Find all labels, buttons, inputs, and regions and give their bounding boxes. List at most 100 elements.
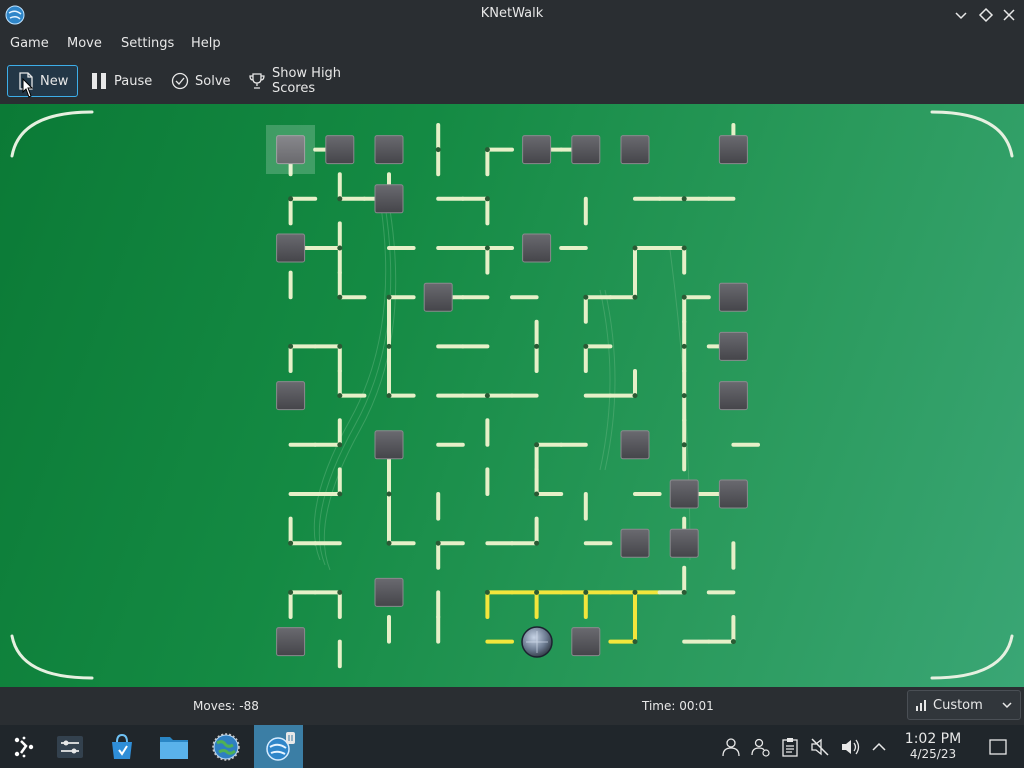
- terminal-node: [669, 528, 699, 558]
- system-settings-icon: [57, 735, 83, 758]
- wire-junction: [534, 589, 540, 595]
- status-bar: Moves: -88 Time: 00:01 Custom: [0, 687, 1024, 725]
- file-manager-button[interactable]: [150, 725, 198, 768]
- wire-junction: [681, 245, 687, 251]
- expand-tray-icon[interactable]: [869, 737, 889, 757]
- speaker-muted-icon[interactable]: [810, 737, 830, 757]
- discover-store-icon: [112, 733, 132, 759]
- clock-time: 1:02 PM: [904, 731, 962, 747]
- wire-junction: [534, 442, 540, 448]
- mouse-cursor-icon: [22, 78, 34, 98]
- terminal-node: [669, 479, 699, 509]
- minimize-icon[interactable]: [952, 6, 970, 24]
- pause-icon: [92, 73, 106, 89]
- terminal-node: [718, 381, 748, 411]
- discover-store-button[interactable]: [98, 725, 146, 768]
- system-settings-button[interactable]: [46, 725, 94, 768]
- user-icon[interactable]: [721, 737, 741, 757]
- board-cell[interactable]: [610, 322, 659, 371]
- difficulty-value: Custom: [933, 697, 983, 713]
- wire-junction: [337, 491, 343, 497]
- menu-settings[interactable]: Settings: [121, 36, 174, 51]
- checkmark-circle-icon: [171, 72, 189, 90]
- clock-date: 4/25/23: [909, 747, 957, 761]
- wire-junction: [484, 196, 490, 202]
- wire-junction: [337, 343, 343, 349]
- terminal-node: [571, 135, 601, 165]
- solve-button[interactable]: Solve: [171, 65, 237, 97]
- wire-junction: [681, 442, 687, 448]
- volume-icon[interactable]: [840, 737, 860, 757]
- pause-button[interactable]: Pause: [90, 65, 160, 97]
- wire-junction: [337, 245, 343, 251]
- menu-bar: Game Move Settings Help: [0, 30, 1024, 58]
- terminal-node: [522, 233, 552, 263]
- browser-button[interactable]: [202, 725, 250, 768]
- file-manager-icon: [160, 736, 188, 759]
- clipboard-icon[interactable]: [780, 737, 800, 757]
- knetwalk-taskbar-button[interactable]: [254, 725, 303, 768]
- terminal-node: [620, 430, 650, 460]
- wire-junction: [386, 294, 392, 300]
- menu-help[interactable]: Help: [191, 36, 221, 51]
- title-bar: KNetWalk: [0, 0, 1024, 30]
- solve-label: Solve: [195, 73, 231, 89]
- application-launcher-button[interactable]: [0, 725, 48, 768]
- terminal-node: [374, 184, 404, 214]
- user-switch-icon[interactable]: [751, 737, 771, 757]
- system-clock[interactable]: 1:02 PM 4/25/23: [895, 731, 971, 761]
- board-cell[interactable]: [660, 125, 709, 174]
- wire-junction: [632, 639, 638, 645]
- wire-junction: [288, 540, 294, 546]
- wire-junction: [386, 540, 392, 546]
- wire-junction: [681, 393, 687, 399]
- wire-junction: [386, 491, 392, 497]
- wire-junction: [583, 294, 589, 300]
- new-game-label: New: [40, 73, 69, 89]
- trophy-icon: [249, 73, 265, 89]
- show-desktop-icon[interactable]: [988, 737, 1008, 757]
- wire-junction: [288, 343, 294, 349]
- network-grid: [10, 110, 1014, 680]
- difficulty-select[interactable]: Custom: [907, 690, 1021, 720]
- wire-junction: [632, 245, 638, 251]
- game-board[interactable]: [0, 104, 1024, 687]
- bar-chart-icon: [916, 700, 926, 711]
- terminal-node: [276, 381, 306, 411]
- close-icon[interactable]: [1000, 6, 1018, 24]
- keep-above-icon[interactable]: [977, 6, 995, 24]
- wire-junction: [681, 196, 687, 202]
- application-launcher-icon: [14, 736, 34, 757]
- wire-junction: [583, 589, 589, 595]
- wire-junction: [386, 343, 392, 349]
- terminal-node: [571, 627, 601, 657]
- terminal-node: [276, 627, 306, 657]
- terminal-node: [522, 135, 552, 165]
- server-node[interactable]: [521, 626, 553, 658]
- wire-junction: [583, 343, 589, 349]
- terminal-node: [620, 528, 650, 558]
- wire-junction: [484, 147, 490, 153]
- time-display: Time: 00:01: [642, 699, 714, 713]
- wire-junction: [534, 540, 540, 546]
- terminal-node: [423, 282, 453, 312]
- board-cell[interactable]: [709, 223, 758, 272]
- menu-game[interactable]: Game: [10, 36, 49, 51]
- terminal-node: [718, 479, 748, 509]
- wire-junction: [337, 294, 343, 300]
- show-high-scores-button[interactable]: Show High Scores: [248, 65, 388, 97]
- wire-junction: [484, 245, 490, 251]
- selected-cell-highlight: [266, 125, 315, 174]
- board-cell[interactable]: [512, 174, 561, 223]
- wire-junction: [337, 196, 343, 202]
- board-cells: [276, 123, 760, 669]
- menu-move[interactable]: Move: [67, 36, 102, 51]
- terminal-node: [276, 233, 306, 263]
- wire-junction: [632, 589, 638, 595]
- wire-junction: [534, 343, 540, 349]
- wire-junction: [337, 589, 343, 595]
- wire-junction: [386, 393, 392, 399]
- wire-junction: [681, 589, 687, 595]
- toolbar: New Pause Solve Show High Scores: [0, 58, 1024, 104]
- terminal-node: [718, 331, 748, 361]
